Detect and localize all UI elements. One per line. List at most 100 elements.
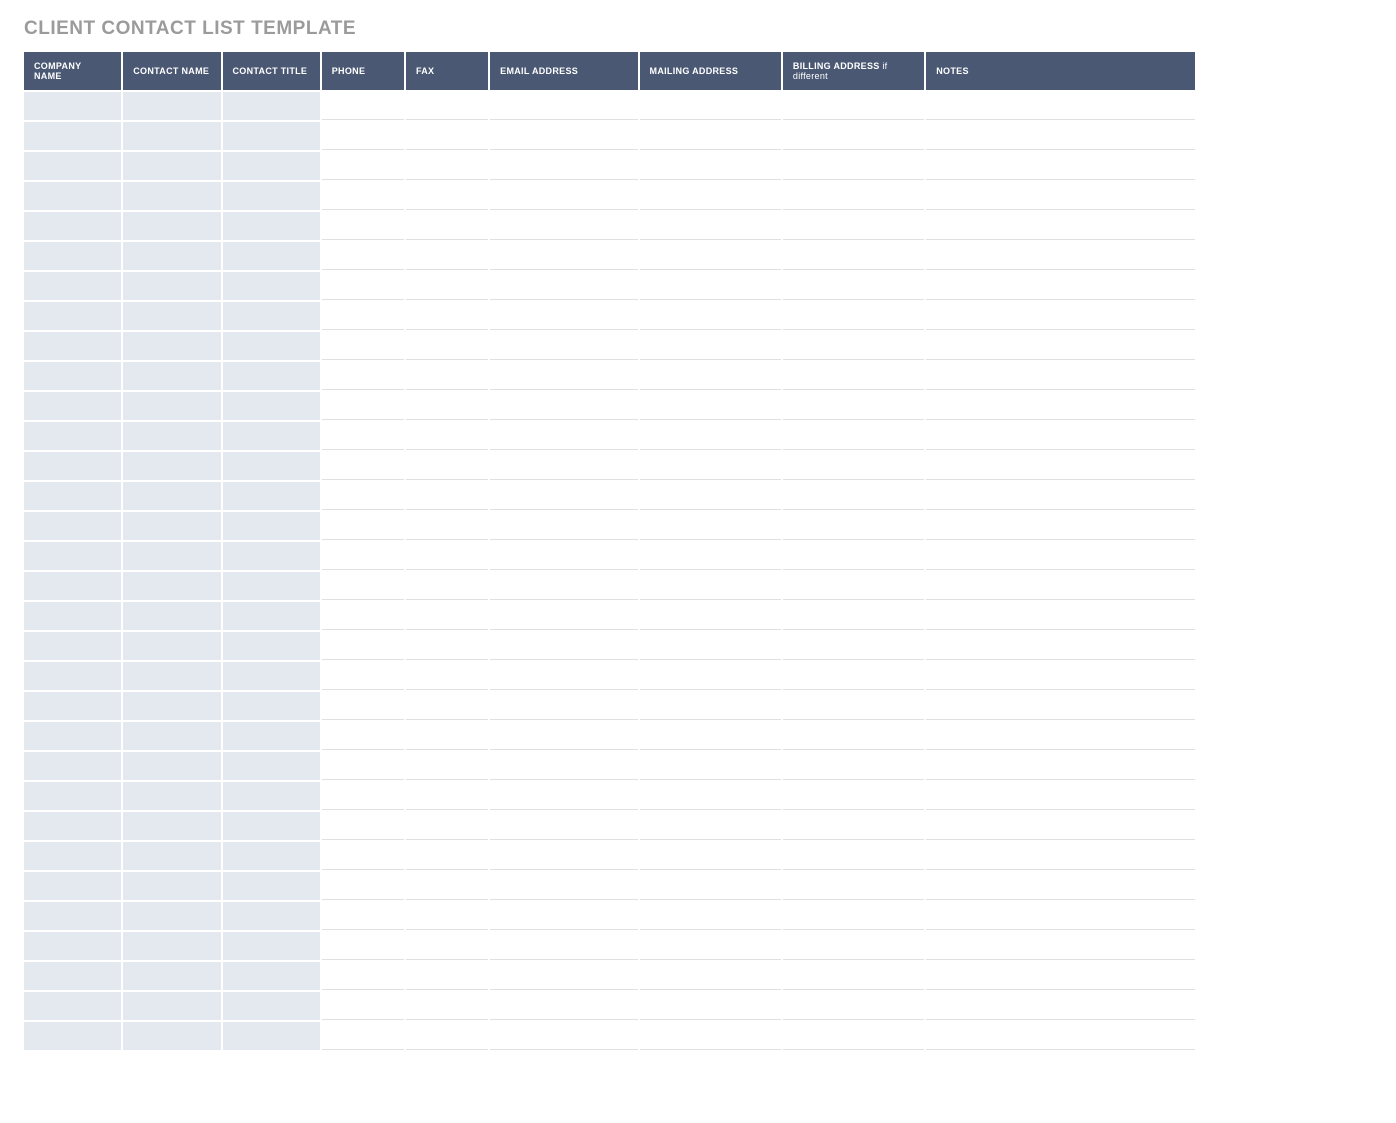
cell-contact_title[interactable]: [223, 752, 320, 780]
cell-company_name[interactable]: [24, 692, 121, 720]
cell-contact_name[interactable]: [123, 722, 220, 750]
cell-billing_address[interactable]: [783, 962, 924, 990]
cell-email_address[interactable]: [490, 932, 637, 960]
cell-mailing_address[interactable]: [640, 302, 781, 330]
cell-contact_title[interactable]: [223, 722, 320, 750]
cell-contact_name[interactable]: [123, 422, 220, 450]
cell-billing_address[interactable]: [783, 272, 924, 300]
cell-billing_address[interactable]: [783, 992, 924, 1020]
cell-email_address[interactable]: [490, 602, 637, 630]
cell-billing_address[interactable]: [783, 422, 924, 450]
cell-fax[interactable]: [406, 1022, 488, 1050]
cell-phone[interactable]: [322, 572, 404, 600]
cell-mailing_address[interactable]: [640, 182, 781, 210]
cell-email_address[interactable]: [490, 542, 637, 570]
cell-contact_name[interactable]: [123, 602, 220, 630]
cell-phone[interactable]: [322, 992, 404, 1020]
cell-contact_title[interactable]: [223, 512, 320, 540]
cell-mailing_address[interactable]: [640, 452, 781, 480]
cell-phone[interactable]: [322, 452, 404, 480]
cell-mailing_address[interactable]: [640, 812, 781, 840]
cell-contact_name[interactable]: [123, 482, 220, 510]
cell-notes[interactable]: [926, 212, 1195, 240]
cell-email_address[interactable]: [490, 122, 637, 150]
cell-phone[interactable]: [322, 122, 404, 150]
cell-contact_title[interactable]: [223, 212, 320, 240]
cell-company_name[interactable]: [24, 452, 121, 480]
cell-company_name[interactable]: [24, 842, 121, 870]
cell-company_name[interactable]: [24, 902, 121, 930]
cell-billing_address[interactable]: [783, 572, 924, 600]
cell-fax[interactable]: [406, 422, 488, 450]
cell-phone[interactable]: [322, 182, 404, 210]
cell-contact_title[interactable]: [223, 842, 320, 870]
cell-contact_title[interactable]: [223, 632, 320, 660]
cell-contact_title[interactable]: [223, 182, 320, 210]
cell-mailing_address[interactable]: [640, 692, 781, 720]
cell-billing_address[interactable]: [783, 512, 924, 540]
cell-mailing_address[interactable]: [640, 662, 781, 690]
cell-fax[interactable]: [406, 662, 488, 690]
cell-fax[interactable]: [406, 482, 488, 510]
cell-mailing_address[interactable]: [640, 422, 781, 450]
cell-fax[interactable]: [406, 572, 488, 600]
cell-email_address[interactable]: [490, 1022, 637, 1050]
cell-mailing_address[interactable]: [640, 632, 781, 660]
cell-billing_address[interactable]: [783, 242, 924, 270]
cell-email_address[interactable]: [490, 242, 637, 270]
cell-fax[interactable]: [406, 362, 488, 390]
cell-email_address[interactable]: [490, 692, 637, 720]
cell-notes[interactable]: [926, 512, 1195, 540]
cell-email_address[interactable]: [490, 152, 637, 180]
cell-contact_title[interactable]: [223, 932, 320, 960]
cell-notes[interactable]: [926, 662, 1195, 690]
cell-phone[interactable]: [322, 812, 404, 840]
cell-contact_title[interactable]: [223, 362, 320, 390]
cell-company_name[interactable]: [24, 242, 121, 270]
cell-mailing_address[interactable]: [640, 242, 781, 270]
cell-email_address[interactable]: [490, 452, 637, 480]
cell-contact_title[interactable]: [223, 812, 320, 840]
cell-contact_title[interactable]: [223, 902, 320, 930]
cell-contact_name[interactable]: [123, 332, 220, 360]
cell-billing_address[interactable]: [783, 872, 924, 900]
cell-contact_title[interactable]: [223, 872, 320, 900]
cell-contact_name[interactable]: [123, 92, 220, 120]
cell-notes[interactable]: [926, 1022, 1195, 1050]
cell-fax[interactable]: [406, 752, 488, 780]
cell-contact_name[interactable]: [123, 692, 220, 720]
cell-phone[interactable]: [322, 602, 404, 630]
cell-notes[interactable]: [926, 722, 1195, 750]
cell-phone[interactable]: [322, 692, 404, 720]
cell-email_address[interactable]: [490, 392, 637, 420]
cell-billing_address[interactable]: [783, 662, 924, 690]
cell-mailing_address[interactable]: [640, 932, 781, 960]
cell-mailing_address[interactable]: [640, 842, 781, 870]
cell-fax[interactable]: [406, 782, 488, 810]
cell-contact_title[interactable]: [223, 962, 320, 990]
cell-notes[interactable]: [926, 842, 1195, 870]
cell-fax[interactable]: [406, 122, 488, 150]
cell-billing_address[interactable]: [783, 692, 924, 720]
cell-contact_name[interactable]: [123, 902, 220, 930]
cell-contact_name[interactable]: [123, 572, 220, 600]
cell-notes[interactable]: [926, 992, 1195, 1020]
cell-phone[interactable]: [322, 482, 404, 510]
cell-fax[interactable]: [406, 392, 488, 420]
cell-email_address[interactable]: [490, 662, 637, 690]
cell-contact_name[interactable]: [123, 932, 220, 960]
cell-fax[interactable]: [406, 602, 488, 630]
cell-mailing_address[interactable]: [640, 782, 781, 810]
cell-billing_address[interactable]: [783, 92, 924, 120]
cell-phone[interactable]: [322, 152, 404, 180]
cell-contact_name[interactable]: [123, 782, 220, 810]
cell-contact_name[interactable]: [123, 512, 220, 540]
cell-mailing_address[interactable]: [640, 602, 781, 630]
cell-contact_name[interactable]: [123, 452, 220, 480]
cell-fax[interactable]: [406, 212, 488, 240]
cell-billing_address[interactable]: [783, 542, 924, 570]
cell-notes[interactable]: [926, 122, 1195, 150]
cell-phone[interactable]: [322, 722, 404, 750]
cell-company_name[interactable]: [24, 722, 121, 750]
cell-contact_title[interactable]: [223, 572, 320, 600]
